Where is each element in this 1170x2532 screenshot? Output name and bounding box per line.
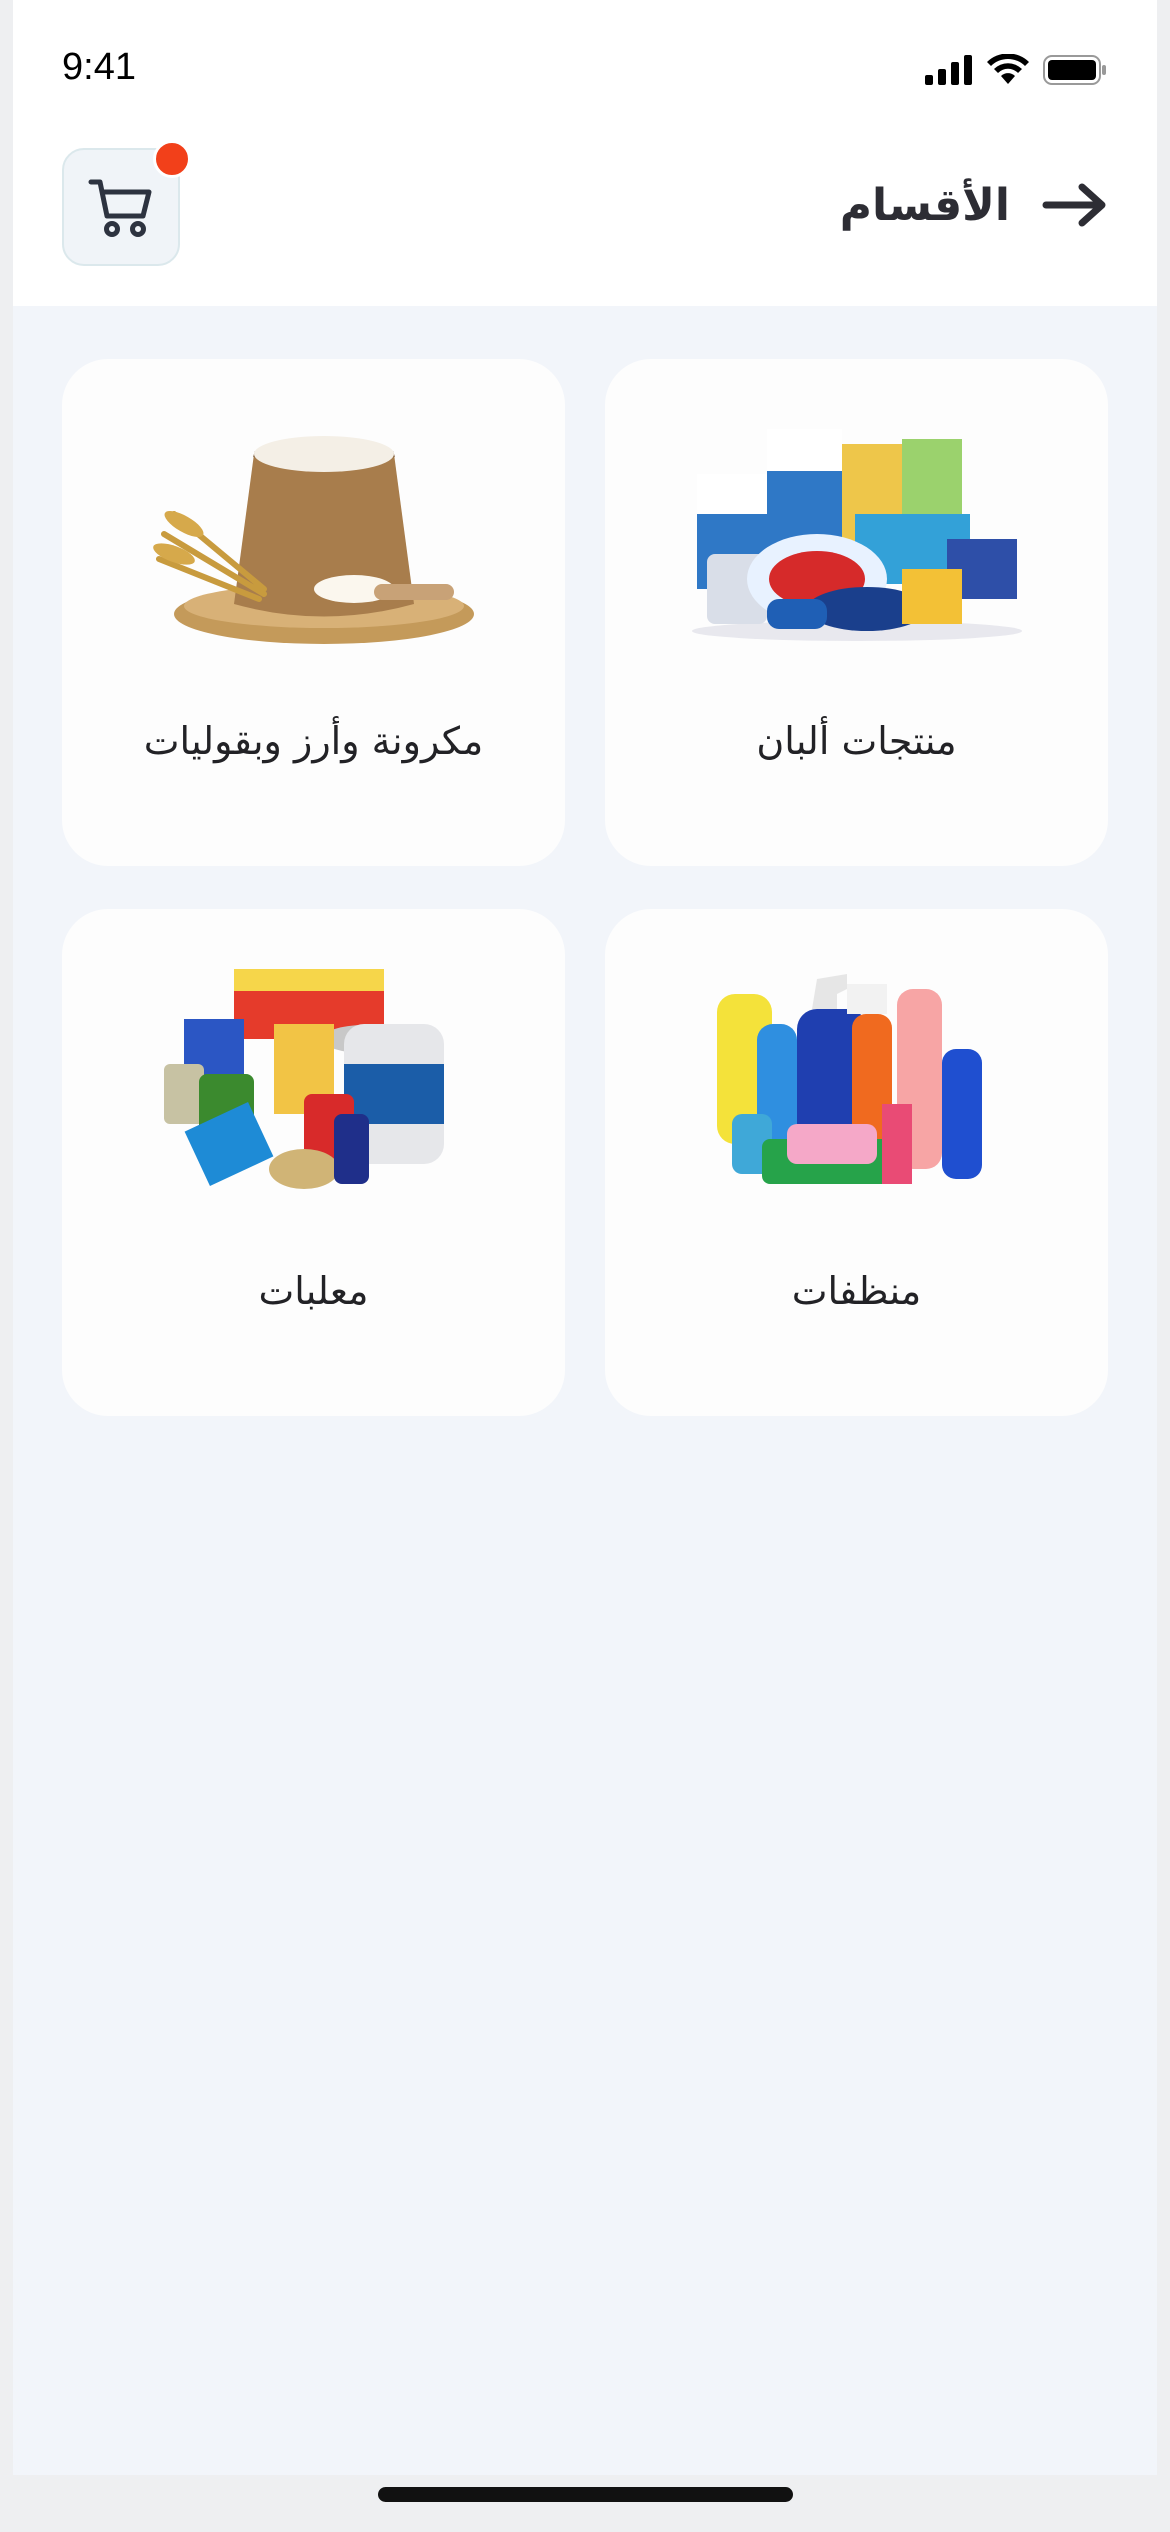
category-card-dairy[interactable]: منتجات ألبان	[605, 359, 1108, 866]
status-time: 9:41	[62, 46, 136, 88]
category-card-cleaners[interactable]: منظفات	[605, 909, 1108, 1416]
cart-badge	[153, 140, 191, 178]
top-bar: 9:41 الأقسام	[13, 0, 1157, 306]
cleaning-products-image	[605, 964, 1108, 1204]
category-label: معلبات	[258, 1269, 369, 1313]
category-label: منظفات	[791, 1269, 922, 1313]
signal-icon	[925, 55, 972, 85]
dairy-products-image	[605, 414, 1108, 654]
category-card-pasta[interactable]: مكرونة وأرز وبقوليات	[62, 359, 565, 866]
page-title: الأقسام	[839, 179, 1010, 231]
category-label: منتجات ألبان	[756, 719, 957, 763]
title-group: الأقسام	[840, 170, 1112, 240]
canned-goods-image	[62, 964, 565, 1204]
battery-icon	[1043, 55, 1106, 85]
wifi-icon	[987, 54, 1029, 84]
home-indicator[interactable]	[378, 2487, 793, 2502]
flour-sack-image	[62, 414, 565, 654]
arrow-right-icon	[1042, 183, 1106, 227]
category-label: مكرونة وأرز وبقوليات	[143, 719, 484, 763]
status-icons	[925, 52, 1107, 88]
cart-icon	[88, 179, 152, 237]
header: الأقسام	[13, 140, 1157, 280]
app-screen: 9:41 الأقسام منتجات ألبان مكرونة وأرز وب…	[13, 0, 1157, 2475]
back-button[interactable]	[1038, 175, 1112, 235]
category-card-canned[interactable]: معلبات	[62, 909, 565, 1416]
